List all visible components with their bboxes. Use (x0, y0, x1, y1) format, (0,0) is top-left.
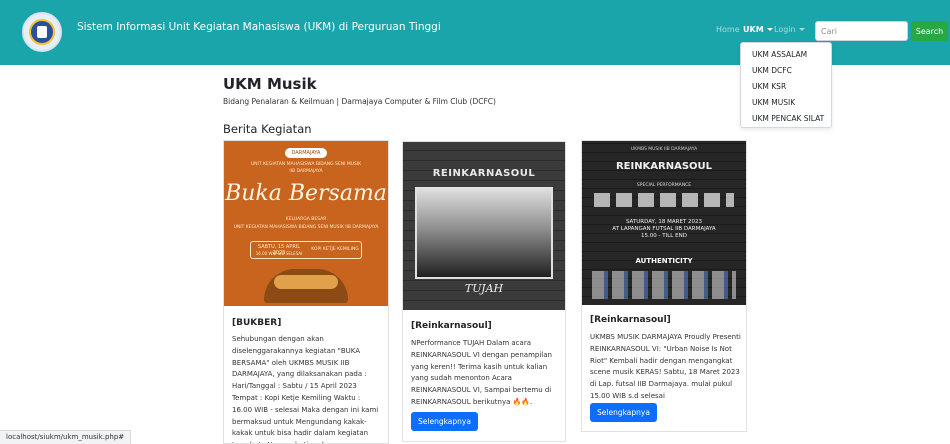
card-text: NPerformance TUJAH Dalam acara REINKARNA… (411, 339, 552, 406)
page-title: UKM Musik (223, 75, 317, 93)
poster-text: 15.00 - TILL END (641, 233, 687, 239)
card-text: Sehubungan dengan akan diselenggarakanny… (232, 335, 379, 443)
browser-status-bar: localhost/siukm/ukm_musik.php# (0, 430, 132, 444)
dropdown-item-ksr[interactable]: UKM KSR (752, 82, 786, 91)
poster-band-name: TUJAH (464, 282, 504, 295)
brand-title[interactable]: Sistem Informasi Unit Kegiatan Mahasiswa… (77, 21, 441, 33)
poster-text: UNIT KEGIATAN MAHASISWA BIDANG SENI MUSI… (233, 225, 379, 230)
nav-ukm-label: UKM (743, 25, 764, 34)
poster-text: UNIT KEGIATAN MAHASISWA BIDANG SENI MUSI… (250, 162, 362, 167)
poster-text: KELUARGA BESAR (285, 217, 327, 222)
poster-text: AUTHENTICITY (635, 257, 693, 265)
dropdown-item-assalam[interactable]: UKM ASSALAM (752, 50, 807, 59)
poster-text: IIB DARMAJAYA (289, 169, 323, 174)
news-card-bukber: DARMAJAYA UNIT KEGIATAN MAHASISWA BIDANG… (223, 140, 389, 444)
dropdown-item-dcfc[interactable]: UKM DCFC (752, 66, 792, 75)
search-button[interactable]: Search (911, 21, 948, 41)
card-text: UKMBS MUSIK DARMAJAYA Proudly Presenti R… (590, 333, 741, 400)
page-subtitle: Bidang Penalaran & Keilmuan | Darmajaya … (223, 97, 496, 106)
band-logos (594, 193, 734, 207)
nav-ukm-dropdown[interactable]: UKM (743, 25, 773, 34)
poster-title: REINKARNASOUL (432, 168, 536, 179)
card-title: [Reinkarnasoul] (411, 321, 492, 331)
poster-text: SPECIAL PERFORMANCE (636, 183, 692, 188)
concert-photo (415, 187, 553, 279)
dropdown-item-musik[interactable]: UKM MUSIK (752, 98, 795, 107)
section-title: Berita Kegiatan (223, 122, 312, 136)
university-logo-icon[interactable] (22, 12, 62, 52)
nav-login-label: Login (774, 25, 796, 34)
ukm-dropdown-menu: UKM ASSALAM UKM DCFC UKM KSR UKM MUSIK U… (740, 42, 832, 128)
poster-text: AT LAPANGAN FUTSAL IIB DARMAJAYA (612, 226, 716, 232)
sponsor-logos (592, 271, 736, 299)
poster-text: SATURDAY, 18 MARET 2023 (625, 219, 703, 225)
chevron-down-icon (798, 28, 805, 31)
news-card-reinkarnasoul-1: REINKARNASOUL TUJAH [Reinkarnasoul] NPer… (402, 141, 566, 442)
poster-title: REINKARNASOUL (615, 161, 713, 172)
poster-headline: Buka Bersama (225, 181, 387, 206)
dropdown-item-pencak-silat[interactable]: UKM PENCAK SILAT (752, 114, 824, 123)
poster-info: SATURDAY, 18 MARET 2023 AT LAPANGAN FUTS… (582, 219, 746, 240)
poster-text: KOPI KETJE KEMILING (311, 247, 359, 252)
poster-text: UKMBS MUSIK IIB DARMAJAYA (630, 147, 698, 152)
poster-text: 16.00 WIB S/D SELESAI (255, 251, 303, 256)
card-title: [BUKBER] (232, 318, 282, 328)
card-title: [Reinkarnasoul] (590, 315, 671, 325)
poster-image-reinkarnasoul-1[interactable]: REINKARNASOUL TUJAH (403, 142, 565, 310)
news-card-reinkarnasoul-2: UKMBS MUSIK IIB DARMAJAYA REINKARNASOUL … (581, 140, 747, 432)
chevron-down-icon (766, 28, 773, 31)
search-input[interactable] (815, 21, 908, 41)
nav-login-dropdown[interactable]: Login (774, 25, 805, 34)
read-more-button[interactable]: Selengkapnya (590, 403, 657, 422)
poster-date-box: SABTU, 15 APRIL 2023 16.00 WIB S/D SELES… (250, 241, 362, 259)
poster-badge: DARMAJAYA (285, 148, 327, 158)
read-more-button[interactable]: Selengkapnya (411, 412, 478, 431)
poster-image-reinkarnasoul-2[interactable]: UKMBS MUSIK IIB DARMAJAYA REINKARNASOUL … (582, 141, 746, 305)
poster-image-bukber[interactable]: DARMAJAYA UNIT KEGIATAN MAHASISWA BIDANG… (224, 141, 388, 306)
nav-home-link[interactable]: Home (716, 25, 740, 34)
food-tray-illustration (264, 269, 348, 303)
